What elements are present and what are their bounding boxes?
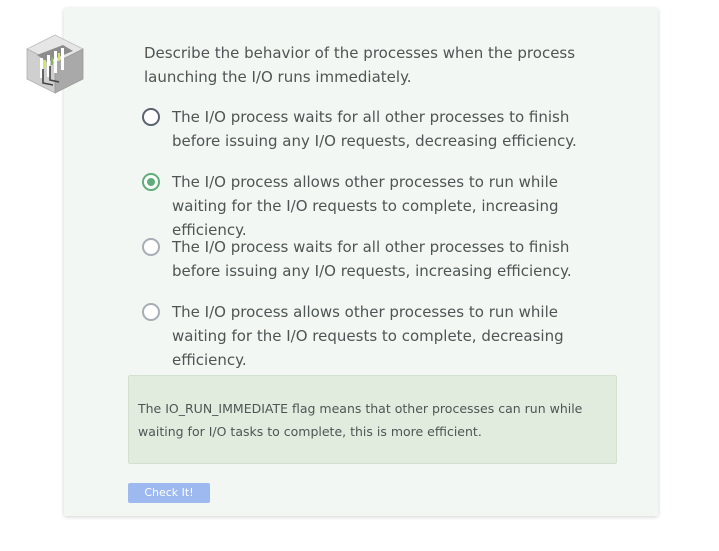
option-2[interactable]: The I/O process allows other processes t…	[142, 170, 612, 239]
option-4[interactable]: The I/O process allows other processes t…	[142, 300, 612, 369]
question-text: Describe the behavior of the processes w…	[144, 44, 576, 86]
option-label: The I/O process waits for all other proc…	[172, 238, 572, 280]
option-3[interactable]: The I/O process waits for all other proc…	[142, 235, 612, 285]
option-label: The I/O process waits for all other proc…	[172, 108, 577, 150]
option-label: The I/O process allows other processes t…	[172, 173, 559, 239]
quiz-card: Describe the behavior of the processes w…	[64, 8, 658, 516]
radio-unselected-icon[interactable]	[142, 238, 160, 256]
warehouse-cube-icon	[23, 33, 87, 95]
radio-unselected-icon[interactable]	[142, 108, 160, 126]
option-label: The I/O process allows other processes t…	[172, 303, 564, 369]
option-1[interactable]: The I/O process waits for all other proc…	[142, 105, 612, 155]
feedback-box: The IO_RUN_IMMEDIATE flag means that oth…	[128, 375, 617, 464]
radio-unselected-icon[interactable]	[142, 303, 160, 321]
feedback-text: The IO_RUN_IMMEDIATE flag means that oth…	[138, 401, 583, 439]
radio-selected-icon[interactable]	[142, 173, 160, 191]
check-it-button[interactable]: Check It!	[128, 483, 210, 503]
